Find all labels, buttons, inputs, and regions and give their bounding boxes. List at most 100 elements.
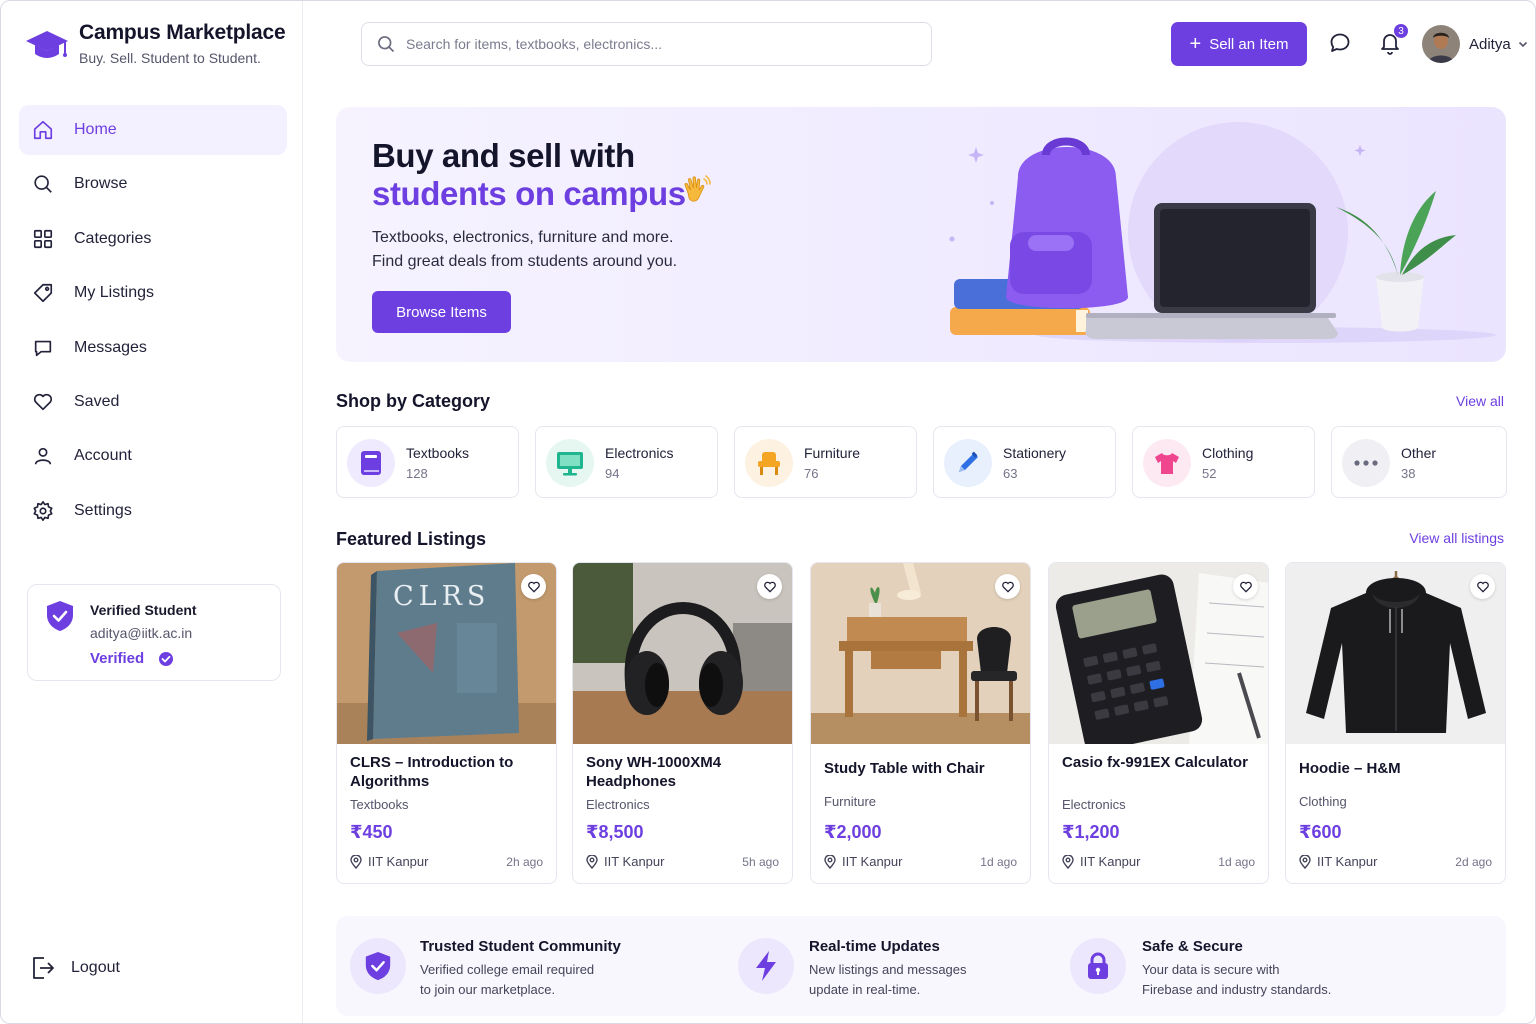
book-cover-text: CLRS [393,581,490,612]
save-listing-button[interactable] [1470,574,1495,599]
heart-icon [1476,581,1489,593]
listing-card-calculator[interactable]: Casio fx-991EX Calculator Electronics ₹1… [1048,562,1269,884]
category-clothing[interactable]: Clothing 52 [1132,426,1315,498]
listing-location-label: IIT Kanpur [1317,854,1378,869]
listing-card-clrs[interactable]: CLRS CLRS – Introduction to Algorithms T… [336,562,557,884]
waving-hand-icon [684,175,711,202]
chat-icon [31,336,55,360]
bolt-icon [738,938,794,994]
listing-price: ₹450 [350,822,393,842]
hero-heading-line1: Buy and sell with [372,137,635,174]
listing-category: Furniture [824,794,877,809]
listing-location: IIT Kanpur [1299,854,1377,869]
sidebar-item-account[interactable]: Account [19,431,287,481]
category-name: Other [1401,445,1437,461]
sidebar-item-label: Browse [74,175,128,193]
category-name: Electronics [605,445,674,461]
logout-button[interactable]: Logout [31,955,120,981]
category-furniture[interactable]: Furniture 76 [734,426,917,498]
more-icon [1342,439,1390,487]
listing-time: 5h ago [742,855,779,869]
heart-icon [31,390,55,414]
pencil-icon [944,439,992,487]
category-stationery[interactable]: Stationery 63 [933,426,1116,498]
feature-description-line2: Firebase and industry standards. [1142,982,1332,997]
listing-price: ₹1,200 [1062,822,1120,842]
location-pin-icon [1299,854,1311,869]
notification-badge: 3 [1393,23,1409,39]
listing-card-hoodie[interactable]: Hoodie – H&M Clothing ₹600 IIT Kanpur 2d… [1285,562,1506,884]
save-listing-button[interactable] [995,574,1020,599]
brand-tagline: Buy. Sell. Student to Student. [79,50,261,66]
listing-card-study-table[interactable]: Study Table with Chair Furniture ₹2,000 … [810,562,1031,884]
view-all-listings-link[interactable]: View all listings [1409,530,1504,546]
sidebar: Campus Marketplace Buy. Sell. Student to… [1,1,303,1023]
graduation-cap-icon [26,31,68,58]
category-electronics[interactable]: Electronics 94 [535,426,718,498]
listing-time: 1d ago [980,855,1017,869]
sidebar-item-home[interactable]: Home [19,105,287,155]
feature-description-line1: Your data is secure with [1142,962,1280,977]
listing-location: IIT Kanpur [586,854,664,869]
listing-time: 2d ago [1455,855,1492,869]
chevron-down-icon [1518,41,1527,48]
gear-icon [31,499,55,523]
messages-icon[interactable] [1328,31,1352,55]
location-pin-icon [586,854,598,869]
heart-icon [763,581,776,593]
sidebar-nav: Home Browse Categories My Listings Messa… [19,105,287,540]
view-all-categories-link[interactable]: View all [1456,393,1504,409]
verified-status-label: Verified [90,650,145,667]
brand-title: Campus Marketplace [79,21,286,44]
feature-title: Safe & Secure [1142,938,1243,955]
listing-title: Casio fx-991EX Calculator [1062,754,1248,771]
sidebar-item-label: Messages [74,338,147,356]
heart-icon [1239,581,1252,593]
sidebar-item-messages[interactable]: Messages [19,323,287,373]
tshirt-icon [1143,439,1191,487]
hero-description-line1: Textbooks, electronics, furniture and mo… [372,229,674,246]
category-name: Textbooks [406,445,470,461]
sidebar-item-label: My Listings [74,284,155,302]
location-pin-icon [350,854,362,869]
features-strip: Trusted Student Community Verified colle… [336,916,1506,1016]
sidebar-item-saved[interactable]: Saved [19,377,287,427]
category-textbooks[interactable]: Textbooks 128 [336,426,519,498]
save-listing-button[interactable] [521,574,546,599]
search-input[interactable] [406,36,886,52]
category-count: 52 [1202,466,1217,481]
user-name: Aditya [1469,35,1511,53]
user-icon [31,444,55,468]
search-bar[interactable] [361,22,932,66]
listing-card-headphones[interactable]: Sony WH-1000XM4 Headphones Electronics ₹… [572,562,793,884]
save-listing-button[interactable] [757,574,782,599]
listing-location: IIT Kanpur [824,854,902,869]
feature-description-line2: to join our marketplace. [420,982,556,997]
feature-description-line1: New listings and messages [809,962,967,977]
category-other[interactable]: Other 38 [1331,426,1507,498]
sidebar-item-browse[interactable]: Browse [19,159,287,209]
listing-location-label: IIT Kanpur [842,854,903,869]
feature-title: Trusted Student Community [420,938,621,955]
listing-price: ₹2,000 [824,822,882,842]
category-name: Clothing [1202,445,1254,461]
sidebar-item-settings[interactable]: Settings [19,486,287,536]
verified-status: Verified [90,650,174,667]
browse-items-button[interactable]: Browse Items [372,291,511,333]
listing-time: 1d ago [1218,855,1255,869]
sidebar-item-label: Categories [74,229,152,247]
listing-location-label: IIT Kanpur [1080,854,1141,869]
sell-item-button[interactable]: + Sell an Item [1171,22,1307,66]
listing-category: Electronics [1062,797,1126,812]
lock-icon [1070,938,1126,994]
category-count: 38 [1401,466,1416,481]
user-menu[interactable]: Aditya [1422,25,1529,63]
sidebar-item-my-listings[interactable]: My Listings [19,268,287,318]
hero-description-line2: Find great deals from students around yo… [372,253,678,270]
brand[interactable]: Campus Marketplace Buy. Sell. Student to… [25,21,286,66]
listing-title: Hoodie – H&M [1299,760,1401,777]
search-icon [31,172,55,196]
sidebar-item-categories[interactable]: Categories [19,214,287,264]
save-listing-button[interactable] [1233,574,1258,599]
plus-icon: + [1189,33,1202,55]
